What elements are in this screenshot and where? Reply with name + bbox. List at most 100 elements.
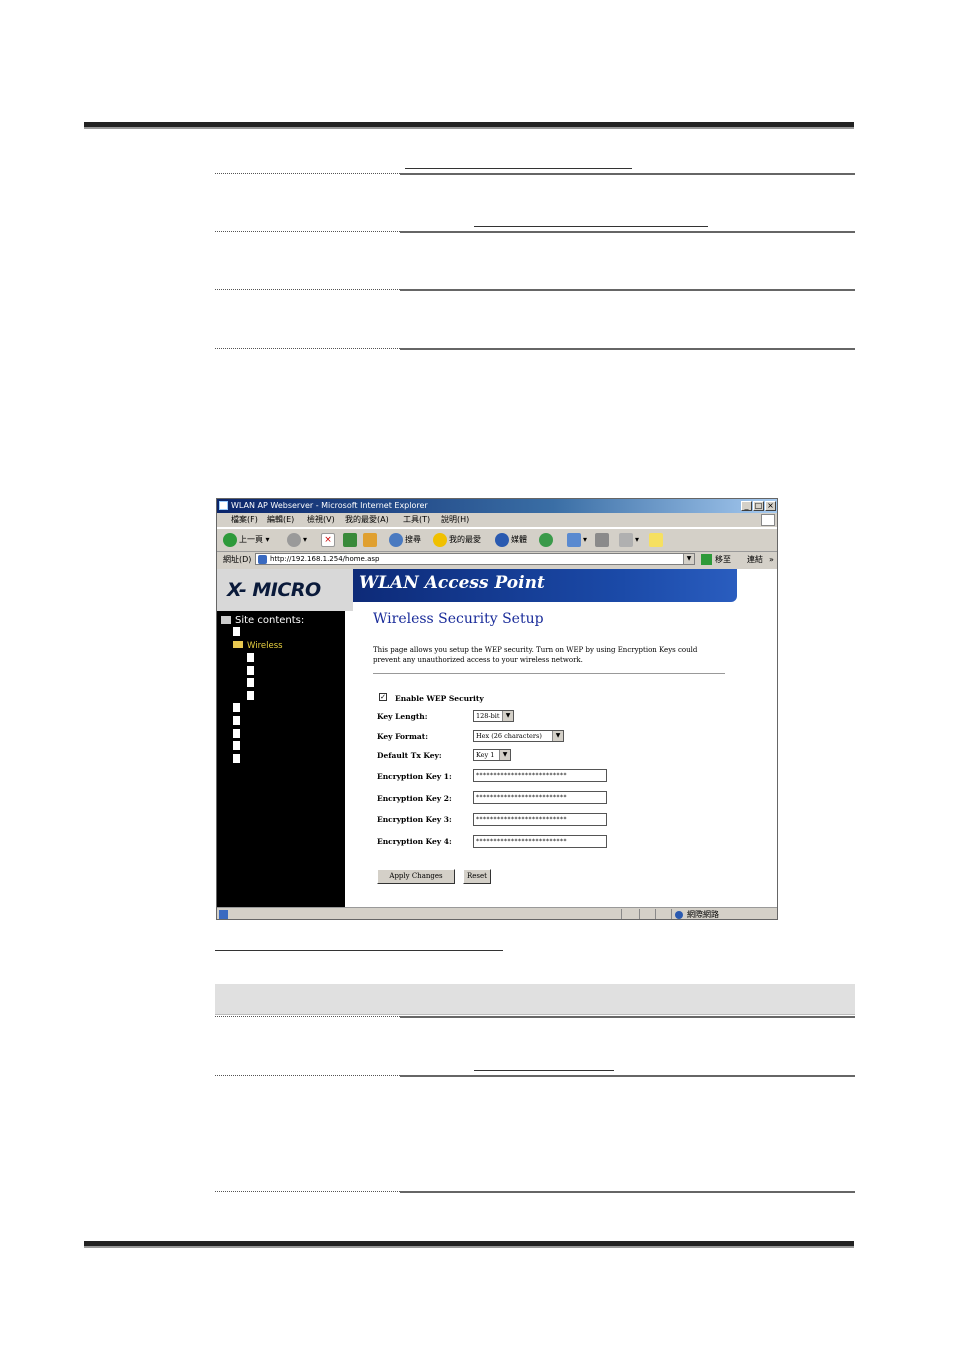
folder-open-icon [233, 641, 243, 648]
menu-edit[interactable]: 編輯(E) [267, 513, 294, 527]
history-button[interactable] [539, 532, 555, 548]
toolbar-overflow-icon[interactable]: » [769, 551, 774, 568]
header-banner: WLAN Access Point [353, 569, 737, 602]
enable-wep-checkbox[interactable]: ✓ [379, 693, 387, 701]
edit-icon [619, 532, 633, 547]
home-button[interactable] [363, 532, 379, 548]
document-icon [233, 729, 240, 738]
go-arrow-icon[interactable] [701, 554, 712, 565]
nav-item-security[interactable]: Security [247, 678, 293, 691]
key-length-select[interactable]: 128-bit ▼ [473, 710, 514, 722]
nav-item-save-reload-settings[interactable]: Save/Reload Settings [233, 741, 334, 754]
nav-item-status[interactable]: Status [233, 627, 271, 640]
home-icon [363, 532, 377, 547]
print-button[interactable] [595, 532, 611, 548]
document-icon [233, 627, 240, 636]
menu-favorites[interactable]: 我的最愛(A) [345, 513, 389, 527]
globe-icon [675, 911, 683, 919]
nav-item-statistics[interactable]: Statistics [233, 716, 283, 729]
back-button[interactable]: 上一頁 ▾ [223, 532, 270, 548]
encryption-key-2-label: Encryption Key 2: [377, 794, 452, 803]
go-button[interactable]: 移至 [715, 551, 731, 568]
footer-rule [84, 1241, 854, 1248]
nav-item-wireless[interactable]: Wireless [233, 640, 283, 653]
document-icon [233, 703, 240, 712]
underline-2 [474, 226, 708, 227]
logo: X- MICRO [217, 569, 353, 611]
mail-icon [567, 532, 581, 547]
status-zone: 網際網路 [687, 910, 719, 919]
back-arrow-icon [223, 532, 237, 547]
menu-help[interactable]: 說明(H) [441, 513, 469, 527]
underline-1 [405, 168, 632, 169]
refresh-button[interactable] [343, 532, 359, 548]
links-button[interactable]: 連結 [747, 551, 763, 568]
window-title: WLAN AP Webserver - Microsoft Internet E… [231, 501, 428, 510]
key-format-select[interactable]: Hex (26 characters) ▼ [473, 730, 564, 742]
default-tx-key-select[interactable]: Key 1 ▼ [473, 749, 511, 761]
encryption-key-3-input[interactable]: ************************** [473, 813, 607, 826]
address-input[interactable]: http://192.168.1.254/home.asp ▼ [255, 553, 695, 565]
nav-item-tcpip-settings[interactable]: TCP/IP Settings [233, 703, 308, 716]
chevron-down-icon: ▼ [502, 711, 513, 721]
menu-tools[interactable]: 工具(T) [403, 513, 430, 527]
web-content: X- MICRO WLAN Access Point Site contents… [217, 569, 777, 907]
document-icon [247, 691, 254, 700]
note-icon [649, 532, 663, 547]
print-icon [595, 532, 609, 547]
underline-4 [474, 1070, 614, 1071]
key-format-label: Key Format: [377, 732, 428, 741]
encryption-key-4-input[interactable]: ************************** [473, 835, 607, 848]
maximize-button[interactable]: □ [753, 501, 764, 511]
page-icon [258, 555, 267, 564]
mail-button[interactable]: ▾ [567, 532, 587, 548]
page-status-icon [219, 910, 228, 919]
nav-item-advanced-settings[interactable]: Advanced Settings [247, 666, 338, 679]
menu-file[interactable]: 檔案(F) [231, 513, 258, 527]
page-description: This page allows you setup the WEP secur… [373, 646, 698, 664]
address-dropdown-icon[interactable]: ▼ [683, 554, 694, 564]
encryption-key-1-label: Encryption Key 1: [377, 772, 452, 781]
address-label: 網址(D) [223, 555, 252, 564]
apply-changes-button[interactable]: Apply Changes [377, 869, 455, 884]
minimize-button[interactable]: _ [741, 501, 752, 511]
encryption-key-3-label: Encryption Key 3: [377, 815, 452, 824]
address-bar: 網址(D) http://192.168.1.254/home.asp ▼ 移至… [217, 551, 777, 568]
document-icon [233, 754, 240, 763]
encryption-key-1-input[interactable]: ************************** [473, 769, 607, 782]
messenger-button[interactable] [649, 532, 665, 548]
close-button[interactable]: × [765, 501, 776, 511]
document-icon [247, 653, 254, 662]
history-icon [539, 532, 553, 547]
divider [373, 673, 725, 674]
document-icon [233, 741, 240, 750]
nav-item-password[interactable]: Password [233, 754, 284, 767]
search-icon [389, 532, 403, 547]
media-button[interactable]: 媒體 [495, 532, 527, 548]
nav-header: Site contents: [221, 615, 304, 628]
nav-item-upgrade-firmware[interactable]: Upgrade Firmware [233, 729, 322, 742]
header-rule [84, 122, 854, 129]
default-tx-key-label: Default Tx Key: [377, 751, 442, 760]
refresh-icon [343, 532, 357, 547]
reset-button[interactable]: Reset [463, 869, 491, 884]
computer-icon [221, 616, 231, 624]
document-icon [247, 678, 254, 687]
document-icon [247, 666, 254, 675]
underline-3 [215, 950, 503, 951]
encryption-key-4-label: Encryption Key 4: [377, 837, 452, 846]
nav-item-access-control[interactable]: Access Control [247, 691, 321, 704]
menu-view[interactable]: 檢視(V) [307, 513, 335, 527]
nav-item-basic-settings[interactable]: Basic Settings [247, 653, 318, 666]
encryption-key-2-input[interactable]: ************************** [473, 791, 607, 804]
chevron-down-icon: ▼ [552, 731, 563, 741]
forward-arrow-icon [287, 532, 301, 547]
document-icon [233, 716, 240, 725]
edit-button[interactable]: ▾ [619, 532, 639, 548]
menu-bar: 檔案(F) 編輯(E) 檢視(V) 我的最愛(A) 工具(T) 說明(H) [217, 513, 777, 528]
stop-button[interactable]: × [321, 532, 337, 548]
search-button[interactable]: 搜尋 [389, 532, 421, 548]
favorites-button[interactable]: 我的最愛 [433, 532, 481, 548]
browser-window: WLAN AP Webserver - Microsoft Internet E… [216, 498, 778, 920]
forward-button[interactable]: ▾ [287, 532, 307, 548]
